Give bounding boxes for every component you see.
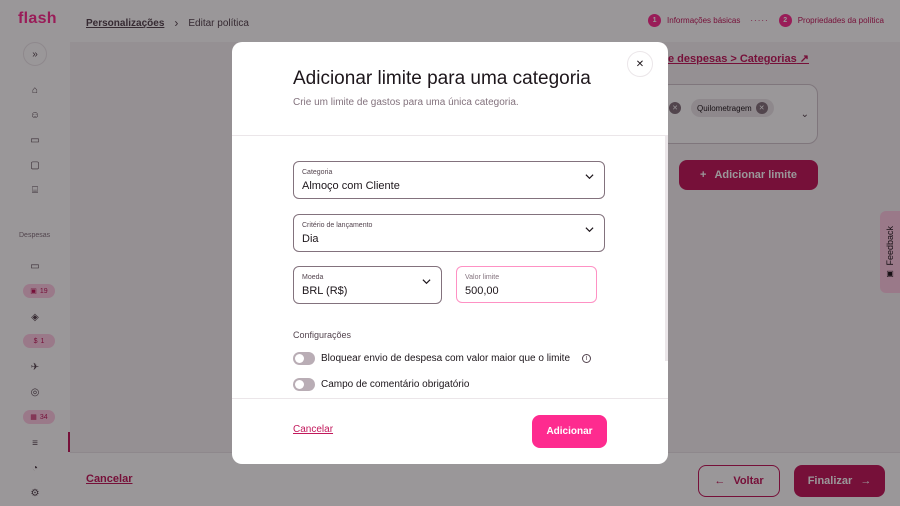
modal-subtitle: Crie um limite de gastos para uma única … [293,97,519,108]
criterion-value: Dia [302,233,319,245]
category-value: Almoço com Cliente [302,180,400,192]
modal-cancel-button[interactable]: Cancelar [293,424,333,435]
currency-label: Moeda [302,274,324,281]
block-over-limit-label: Bloquear envio de despesa com valor maio… [321,353,571,364]
criterion-label: Critério de lançamento [302,222,373,229]
add-category-limit-modal: ✕ Adicionar limite para uma categoria Cr… [232,42,668,464]
scrollbar[interactable] [665,136,668,361]
category-select[interactable]: Categoria Almoço com Cliente [293,161,605,199]
close-icon: ✕ [635,58,645,70]
add-button-label: Adicionar [546,426,593,437]
limit-value-label: Valor limite [465,274,500,281]
divider [232,135,668,136]
info-icon[interactable]: i [582,354,592,363]
block-over-limit-toggle[interactable] [293,352,315,365]
chevron-down-icon [422,277,431,286]
config-title: Configurações [293,330,352,340]
currency-select[interactable]: Moeda BRL (R$) [293,266,442,304]
chevron-down-icon [585,172,594,181]
add-button[interactable]: Adicionar [532,415,607,448]
chevron-down-icon [585,225,594,234]
block-over-limit-row: Bloquear envio de despesa com valor maio… [293,352,592,365]
required-comment-label: Campo de comentário obrigatório [321,379,470,390]
currency-value: BRL (R$) [302,285,348,297]
close-button[interactable]: ✕ [627,51,653,77]
required-comment-toggle[interactable] [293,378,315,391]
modal-title: Adicionar limite para uma categoria [293,68,591,89]
divider [232,398,668,399]
limit-value: 500,00 [465,285,499,297]
category-label: Categoria [302,169,333,176]
criterion-select[interactable]: Critério de lançamento Dia [293,214,605,252]
limit-value-input[interactable]: Valor limite 500,00 [456,266,597,303]
required-comment-row: Campo de comentário obrigatório [293,378,469,391]
